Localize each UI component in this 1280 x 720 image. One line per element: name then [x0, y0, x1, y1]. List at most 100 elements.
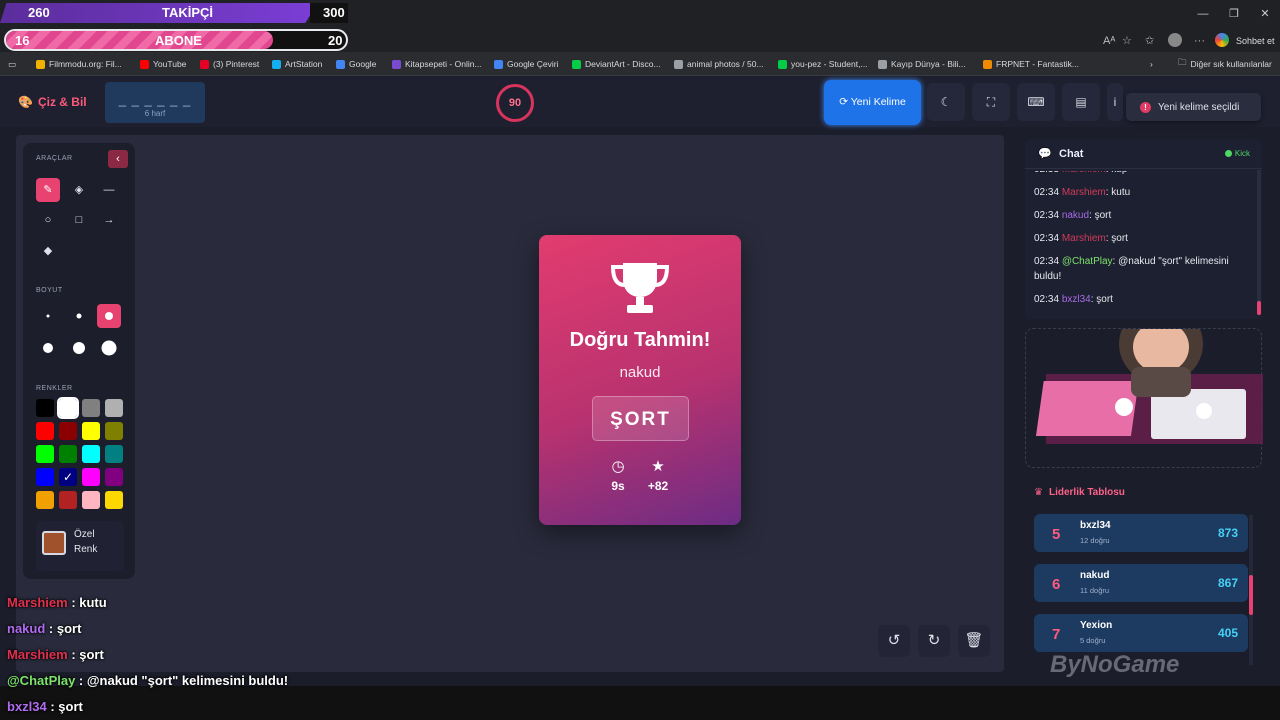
bookmark-favicon-icon [336, 59, 345, 69]
copilot-icon[interactable] [1215, 33, 1229, 47]
bookmark-item[interactable]: Filmmodu.org: Fil... [36, 56, 122, 72]
color-swatch[interactable] [105, 422, 123, 440]
bookmark-label: you-pez - Student,... [791, 59, 868, 69]
chat-scrollbar[interactable] [1257, 170, 1261, 315]
color-swatch[interactable] [36, 468, 54, 486]
new-word-button[interactable]: ⟳ Yeni Kelime [824, 80, 921, 125]
custom-color[interactable]: Özel Renk [36, 521, 124, 571]
color-swatch[interactable] [57, 397, 79, 419]
chat-message: 02:34 @ChatPlay: @nakud "şort" kelimesin… [1034, 254, 1256, 284]
line-tool[interactable]: — [97, 178, 121, 202]
chat-message-text: : küp [1106, 171, 1128, 175]
size-option-2[interactable] [67, 304, 91, 328]
minimize-icon[interactable]: — [1195, 6, 1211, 22]
custom-color-chip[interactable] [42, 531, 66, 555]
leaderboard-scrollbar[interactable] [1249, 515, 1253, 665]
bookmark-item[interactable]: DeviantArt - Disco... [572, 56, 661, 72]
arrow-tool[interactable]: → [97, 208, 121, 232]
notification-toast: ! Yeni kelime seçildi [1126, 93, 1261, 121]
stream-chat-text: : @nakud "şort" kelimesini buldu! [75, 673, 289, 688]
sub-goal-fill [6, 31, 273, 49]
color-swatch[interactable]: ✓ [59, 468, 77, 486]
drawing-canvas[interactable] [16, 135, 1004, 672]
size-option-6[interactable] [97, 336, 121, 360]
leaderboard-name: nakud [1080, 570, 1110, 581]
size-option-4[interactable] [36, 336, 60, 360]
archive-button[interactable]: ▤ [1062, 83, 1100, 121]
chat-button[interactable]: Sohbet et [1236, 34, 1275, 48]
leaderboard-scroll-thumb[interactable] [1249, 575, 1253, 615]
rectangle-tool[interactable]: □ [67, 208, 91, 232]
follower-label: TAKİPÇİ [162, 5, 214, 20]
color-swatch[interactable] [105, 491, 123, 509]
chat-message-text: : şort [1089, 210, 1112, 221]
collapse-panel-button[interactable]: ‹ [108, 150, 128, 168]
leaderboard-score: 873 [1217, 526, 1238, 540]
stream-chat-line: @ChatPlay : @nakud "şort" kelimesini bul… [7, 673, 407, 699]
bookmark-item[interactable]: Google [336, 56, 376, 72]
bookmark-item[interactable]: Google Çeviri [494, 56, 559, 72]
stream-chat-user: @ChatPlay [7, 673, 76, 688]
more-icon[interactable]: ··· [1194, 34, 1205, 48]
size-option-5[interactable] [67, 336, 91, 360]
color-swatch[interactable] [82, 468, 100, 486]
star-icon[interactable]: ☆ [1122, 34, 1132, 48]
color-swatch[interactable] [59, 491, 77, 509]
color-swatch[interactable] [36, 445, 54, 463]
keyboard-button[interactable]: ⌨ [1017, 83, 1055, 121]
color-swatch[interactable] [36, 422, 54, 440]
dark-mode-button[interactable]: ☾ [927, 83, 965, 121]
color-swatch[interactable] [105, 445, 123, 463]
fullscreen-button[interactable]: ⛶ [972, 83, 1010, 121]
other-bookmarks[interactable]: 🗀 Diğer sık kullanılanlar [1178, 56, 1272, 72]
toast-text: Yeni kelime seçildi [1158, 101, 1240, 113]
color-swatch[interactable] [82, 422, 100, 440]
bookmark-item[interactable]: Kayıp Dünya - Bili... [878, 56, 966, 72]
color-swatch[interactable] [105, 468, 123, 486]
size-option-3[interactable] [97, 304, 121, 328]
color-swatch[interactable] [82, 399, 100, 417]
info-button[interactable]: i [1107, 83, 1123, 121]
word-hint: _ _ _ _ _ _ 6 harf [105, 82, 205, 123]
undo-button[interactable]: ↺ [878, 625, 910, 657]
bookmark-item[interactable]: YouTube [140, 56, 186, 72]
restore-icon[interactable]: ❐ [1226, 6, 1242, 22]
bookmark-item[interactable]: animal photos / 50... [674, 56, 764, 72]
archive-icon: ▤ [1075, 95, 1087, 109]
clear-canvas-button[interactable]: 🗑 [958, 625, 990, 657]
color-swatch[interactable] [82, 445, 100, 463]
color-swatch[interactable] [36, 491, 54, 509]
bookmark-item[interactable]: you-pez - Student,... [778, 56, 868, 72]
profile-avatar[interactable] [1168, 33, 1182, 47]
custom-color-label: Özel Renk [74, 529, 98, 555]
app-logo[interactable]: 🎨 Çiz & Bil [18, 95, 87, 109]
bookmark-item[interactable]: FRPNET - Fantastik... [983, 56, 1079, 72]
color-swatch[interactable] [36, 399, 54, 417]
fullscreen-icon: ⛶ [986, 95, 996, 109]
close-icon[interactable]: ✕ [1257, 6, 1273, 22]
brush-tool[interactable]: ✎ [36, 178, 60, 202]
redo-button[interactable]: ↻ [918, 625, 950, 657]
size-option-1[interactable] [36, 304, 60, 328]
result-player: nakud [619, 364, 661, 381]
tab-search-icon[interactable]: ▭ [8, 56, 16, 72]
chat-messages[interactable]: 02:33 Marshiem: küp02:34 Marshiem: kutu0… [1034, 171, 1256, 317]
circle-tool[interactable]: ○ [36, 208, 60, 232]
color-swatch[interactable] [82, 491, 100, 509]
favorites-icon[interactable]: ✩ [1145, 34, 1154, 48]
color-swatch[interactable] [59, 445, 77, 463]
bookmark-item[interactable]: (3) Pinterest [200, 56, 259, 72]
reader-mode-icon[interactable]: Aᴬ [1103, 34, 1115, 48]
chat-message-time: 02:34 [1034, 233, 1062, 244]
bookmark-item[interactable]: ArtStation [272, 56, 322, 72]
color-swatch[interactable] [59, 422, 77, 440]
bookmarks-overflow-icon[interactable]: › [1150, 56, 1153, 72]
eraser-tool[interactable]: ◈ [67, 178, 91, 202]
chat-message: 02:34 Marshiem: şort [1034, 231, 1256, 246]
fill-tool[interactable]: ◆ [36, 239, 60, 263]
chat-scroll-thumb[interactable] [1257, 301, 1261, 315]
bookmark-item[interactable]: Kitapsepeti - Onlin... [392, 56, 482, 72]
color-swatch[interactable] [105, 399, 123, 417]
bookmark-favicon-icon [983, 59, 992, 69]
chevron-left-icon: ‹ [116, 153, 120, 165]
